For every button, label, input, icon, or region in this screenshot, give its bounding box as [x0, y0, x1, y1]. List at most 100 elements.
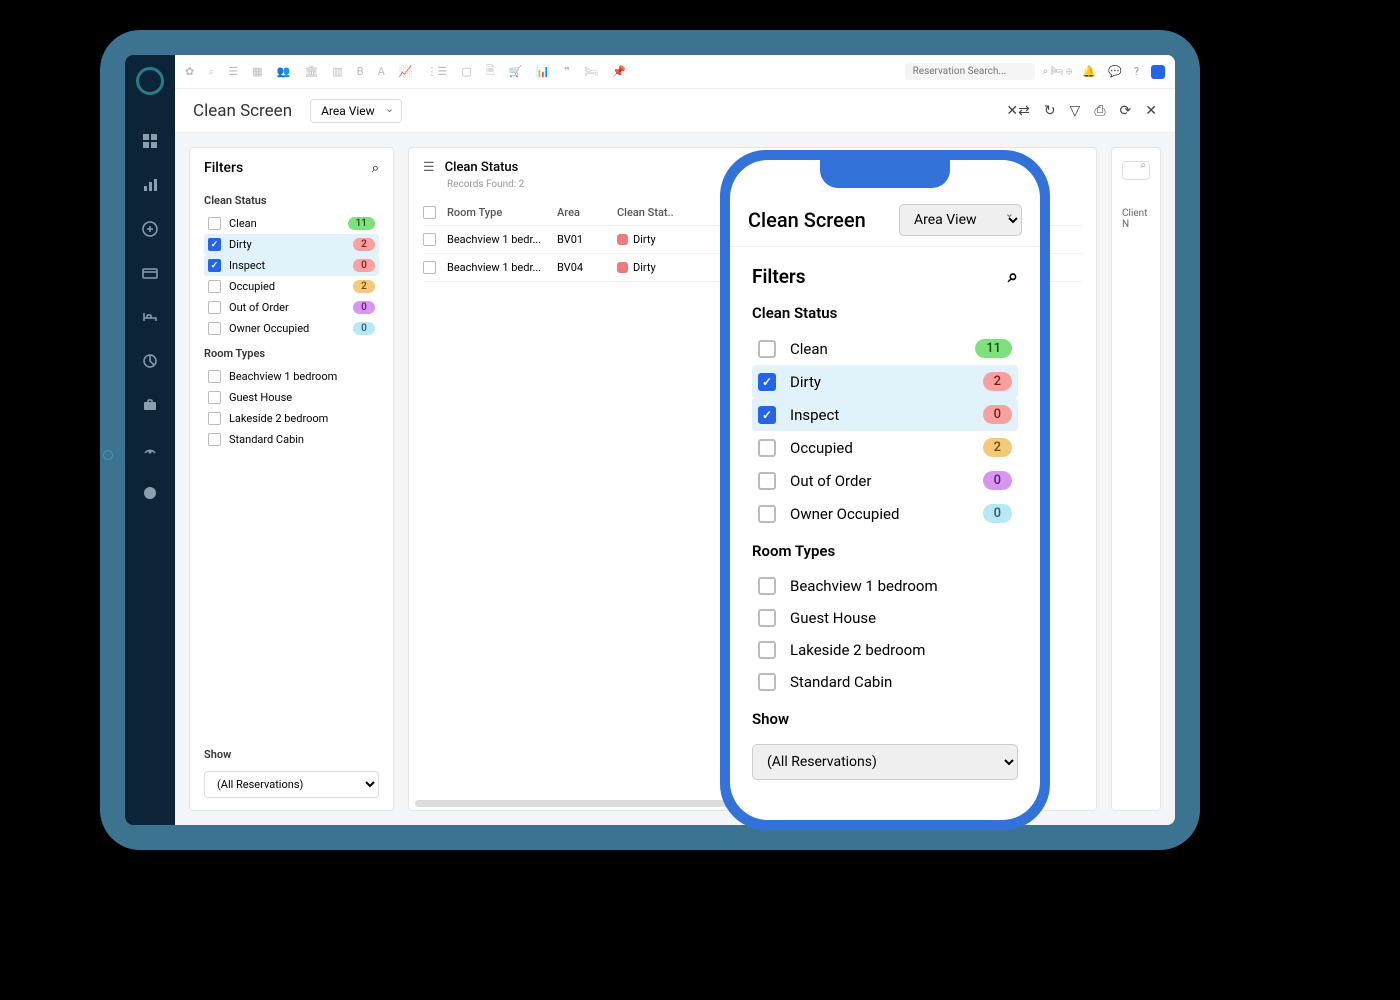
close-icon[interactable]: ✕ — [1145, 103, 1157, 119]
reservation-search-input[interactable] — [905, 63, 1035, 80]
sync-icon[interactable]: ⟳ — [1120, 103, 1132, 119]
col-client: Client N — [1122, 208, 1150, 230]
col-clean-status[interactable]: Clean Stat.. — [617, 206, 707, 219]
filter-out-of-order[interactable]: Out of Order0 — [204, 297, 379, 318]
checkbox[interactable] — [758, 609, 776, 627]
briefcase-icon[interactable] — [142, 397, 158, 413]
view-select[interactable]: Area View — [310, 99, 402, 123]
stats-icon[interactable]: 📊 — [536, 65, 550, 78]
phone-view-select[interactable]: Area View — [899, 204, 1022, 236]
plus-icon[interactable] — [142, 221, 158, 237]
right-panel: ⌕ Client N — [1111, 147, 1161, 811]
chart-icon[interactable] — [142, 177, 158, 193]
row-checkbox[interactable] — [423, 261, 436, 274]
card-icon[interactable] — [142, 265, 158, 281]
phone-show-select[interactable]: (All Reservations) — [752, 744, 1018, 780]
bold-letter-icon[interactable]: B — [357, 65, 364, 78]
bed-toolbar-icon[interactable]: 🛏 — [584, 65, 598, 78]
checkbox[interactable] — [758, 340, 776, 358]
phone-room-beachview[interactable]: Beachview 1 bedroom — [752, 570, 1018, 602]
col-area[interactable]: Area — [557, 206, 617, 219]
status-dot-icon — [617, 234, 628, 245]
chat-icon[interactable]: 💬 — [1108, 65, 1122, 78]
check-icon[interactable] — [142, 485, 158, 501]
gauge-icon[interactable] — [142, 441, 158, 457]
col-room-type[interactable]: Room Type — [447, 206, 557, 219]
people-icon[interactable]: 👥 — [277, 65, 291, 78]
refresh-icon[interactable]: ↻ — [1044, 103, 1056, 119]
search-suffix-icons: ⌕ 🛏 ⊕ — [1043, 66, 1073, 77]
checkbox[interactable] — [208, 322, 221, 335]
title-bar: Clean Screen Area View ✕⇄ ↻ ▽ ⎙ ⟳ ✕ — [175, 89, 1175, 133]
phone-filter-occupied[interactable]: Occupied2 — [752, 431, 1018, 464]
phone-filter-out-of-order[interactable]: Out of Order0 — [752, 464, 1018, 497]
letter-a-icon[interactable]: A — [378, 65, 385, 78]
trend-icon[interactable]: 📈 — [399, 65, 413, 78]
search-toolbar-icon[interactable]: ⌕ — [208, 65, 214, 79]
phone-filter-clean[interactable]: Clean11 — [752, 332, 1018, 365]
filter-clean[interactable]: Clean11 — [204, 213, 379, 234]
phone-filter-inspect[interactable]: Inspect0 — [752, 398, 1018, 431]
checkbox[interactable] — [208, 238, 221, 251]
table-icon[interactable]: ▦ — [252, 65, 262, 78]
checkbox[interactable] — [208, 280, 221, 293]
filter-owner-occupied[interactable]: Owner Occupied0 — [204, 318, 379, 339]
phone-filter-owner-occupied[interactable]: Owner Occupied0 — [752, 497, 1018, 530]
user-avatar[interactable] — [1151, 65, 1165, 79]
columns-icon[interactable]: ▥ — [332, 65, 342, 78]
checkbox[interactable] — [758, 439, 776, 457]
checkbox[interactable] — [208, 217, 221, 230]
topbar: ✿ ⌕ ☰ ▦ 👥 🏛 ▥ B A 📈 ⋮☰ ▢ 🗎 🛒 📊 ❞ � — [175, 55, 1175, 89]
cart-icon[interactable]: 🛒 — [509, 65, 523, 78]
phone-filter-dirty[interactable]: Dirty2 — [752, 365, 1018, 398]
phone-filter-search-icon[interactable]: ⌕ — [1008, 266, 1018, 287]
phone-room-lakeside[interactable]: Lakeside 2 bedroom — [752, 634, 1018, 666]
help-icon[interactable]: ? — [1134, 65, 1139, 78]
checkbox[interactable] — [758, 641, 776, 659]
page-title: Clean Screen — [193, 101, 292, 121]
bullets-icon[interactable]: ⋮☰ — [427, 65, 448, 78]
filter-icon[interactable]: ▽ — [1070, 103, 1081, 119]
checkbox[interactable] — [758, 505, 776, 523]
filter-room-lakeside[interactable]: Lakeside 2 bedroom — [204, 408, 379, 429]
grid-icon[interactable] — [142, 133, 158, 149]
building-icon[interactable]: 🏛 — [304, 65, 318, 78]
image-icon[interactable]: ▢ — [461, 65, 471, 78]
filter-inspect[interactable]: Inspect0 — [204, 255, 379, 276]
quote-icon[interactable]: ❞ — [564, 65, 570, 78]
shuffle-icon[interactable]: ✕⇄ — [1006, 103, 1029, 119]
bell-icon[interactable]: 🔔 — [1082, 65, 1096, 78]
checkbox[interactable] — [758, 472, 776, 490]
checkbox[interactable] — [758, 673, 776, 691]
list-icon[interactable]: ☰ — [228, 65, 238, 78]
show-select[interactable]: (All Reservations) — [204, 771, 379, 798]
doc-icon[interactable]: 🗎 — [486, 62, 495, 81]
checkbox[interactable] — [758, 406, 776, 424]
checkbox[interactable] — [208, 433, 221, 446]
row-checkbox[interactable] — [423, 233, 436, 246]
checkbox[interactable] — [208, 259, 221, 272]
bed-icon[interactable] — [142, 309, 158, 325]
filter-room-standard[interactable]: Standard Cabin — [204, 429, 379, 450]
checkbox[interactable] — [208, 370, 221, 383]
phone-room-guesthouse[interactable]: Guest House — [752, 602, 1018, 634]
checkbox[interactable] — [758, 373, 776, 391]
select-all-checkbox[interactable] — [423, 206, 436, 219]
checkbox[interactable] — [208, 301, 221, 314]
phone-room-standard[interactable]: Standard Cabin — [752, 666, 1018, 698]
checkbox[interactable] — [208, 391, 221, 404]
app-logo-icon[interactable] — [136, 67, 164, 95]
filter-dirty[interactable]: Dirty2 — [204, 234, 379, 255]
filter-room-beachview[interactable]: Beachview 1 bedroom — [204, 366, 379, 387]
gear-icon[interactable]: ✿ — [185, 65, 194, 78]
print-icon[interactable]: ⎙ — [1094, 103, 1105, 119]
pie-icon[interactable] — [142, 353, 158, 369]
filter-occupied[interactable]: Occupied2 — [204, 276, 379, 297]
filter-room-guesthouse[interactable]: Guest House — [204, 387, 379, 408]
search-icon: ⌕ — [1140, 160, 1146, 171]
filter-search-icon[interactable]: ⌕ — [372, 161, 379, 176]
pin-icon[interactable]: 📌 — [612, 65, 626, 78]
hamburger-icon[interactable]: ☰ — [423, 160, 435, 175]
checkbox[interactable] — [208, 412, 221, 425]
checkbox[interactable] — [758, 577, 776, 595]
